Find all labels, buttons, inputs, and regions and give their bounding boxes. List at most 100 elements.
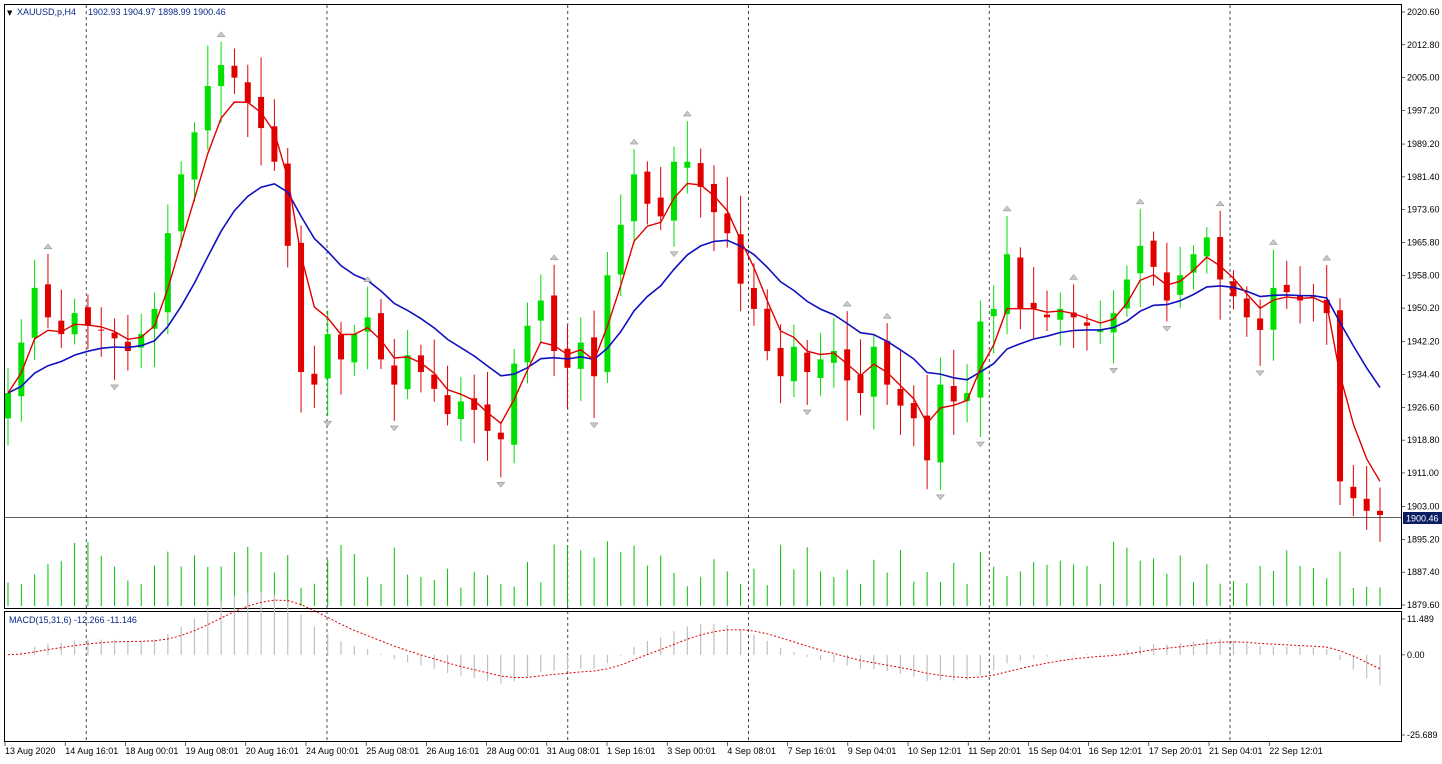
time-tick-label: 18 Aug 00:01: [125, 746, 178, 756]
price-tick-label: 1973.60: [1407, 205, 1440, 215]
chart-canvas[interactable]: 2020.60 2012.80 2005.00 1997.20 1989.20 1981.…: [0, 0, 1442, 764]
bear-candle: [111, 332, 118, 339]
bull-candle: [937, 384, 944, 463]
time-tick-label: 31 Aug 08:01: [547, 746, 600, 756]
price-tick-label: 1981.40: [1407, 172, 1440, 182]
macd-panel[interactable]: [4, 611, 1402, 742]
macd-tick-label: 0.00: [1407, 650, 1425, 660]
bear-candle: [231, 65, 238, 78]
price-tick-label: 1926.60: [1407, 402, 1440, 412]
bear-candle: [737, 234, 744, 284]
time-tick-label: 21 Sep 04:01: [1209, 746, 1263, 756]
time-tick-label: 14 Aug 16:01: [65, 746, 118, 756]
bear-candle: [484, 404, 491, 431]
bull-candle: [5, 393, 11, 419]
price-tick-label: 1903.00: [1407, 502, 1440, 512]
bear-candle: [497, 432, 504, 440]
macd-tick-label: -25.689: [1407, 730, 1438, 740]
bear-candle: [1230, 281, 1237, 297]
price-tick-label: 1950.20: [1407, 303, 1440, 313]
bull-candle: [1177, 275, 1184, 295]
time-tick-label: 17 Sep 20:01: [1149, 746, 1203, 756]
time-tick-label: 26 Aug 16:01: [426, 746, 479, 756]
bear-candle: [750, 287, 757, 309]
time-tick-label: 28 Aug 00:01: [487, 746, 540, 756]
bull-candle: [1004, 254, 1011, 315]
dropdown-arrow-icon[interactable]: ▼: [7, 9, 13, 17]
price-tick-label: 1911.00: [1407, 468, 1439, 478]
time-tick-label: 24 Aug 00:01: [306, 746, 359, 756]
bull-candle: [537, 300, 544, 321]
time-tick-label: 25 Aug 08:01: [366, 746, 419, 756]
bull-candle: [617, 224, 624, 275]
time-tick-label: 10 Sep 12:01: [908, 746, 962, 756]
bull-candle: [164, 233, 171, 313]
ohlc-values: 1902.93 1904.97 1898.99 1900.46: [88, 7, 226, 17]
time-tick-label: 4 Sep 08:01: [727, 746, 776, 756]
bull-candle: [31, 287, 38, 338]
bull-candle: [977, 321, 984, 398]
bull-candle: [178, 174, 185, 232]
bull-candle: [1203, 237, 1210, 257]
bull-candle: [817, 359, 824, 378]
price-tick-label: 1934.40: [1407, 370, 1440, 380]
time-tick-label: 19 Aug 08:01: [186, 746, 239, 756]
bear-candle: [1350, 486, 1357, 499]
bear-candle: [1377, 510, 1383, 515]
price-tick-label: 1997.20: [1407, 105, 1440, 115]
bear-candle: [897, 388, 904, 406]
bear-candle: [950, 386, 957, 402]
bear-candle: [84, 307, 91, 326]
bear-candle: [1017, 257, 1024, 309]
price-panel[interactable]: [4, 4, 1402, 609]
bear-candle: [1257, 318, 1264, 330]
price-tick-label: 1879.60: [1407, 600, 1440, 610]
bear-candle: [657, 197, 664, 217]
time-tick-label: 3 Sep 00:01: [667, 746, 716, 756]
bull-candle: [790, 346, 797, 382]
time-tick-label: 16 Sep 12:01: [1089, 746, 1143, 756]
bull-candle: [524, 325, 531, 363]
bear-candle: [697, 163, 704, 187]
time-axis: 13 Aug 2020 14 Aug 16:01 18 Aug 00:01 19 Au…: [4, 742, 1323, 756]
bull-candle: [604, 275, 611, 373]
bear-candle: [44, 284, 51, 318]
bull-candle: [218, 64, 225, 87]
bear-candle: [98, 329, 105, 331]
bull-candle: [204, 86, 211, 131]
bear-candle: [1163, 272, 1170, 301]
bear-candle: [551, 295, 558, 351]
time-tick-label: 7 Sep 16:01: [788, 746, 837, 756]
symbol-label: XAUUSD,p,H4: [17, 7, 76, 17]
bull-candle: [191, 132, 198, 180]
macd-tick-label: 11.489: [1407, 614, 1434, 624]
bear-candle: [910, 403, 917, 419]
bear-candle: [764, 308, 771, 351]
bear-candle: [124, 341, 131, 351]
bear-candle: [857, 374, 864, 394]
price-tick-label: 2012.80: [1407, 40, 1440, 50]
macd-label: MACD(15,31,6) -12.266 -11.146: [9, 615, 137, 625]
bear-candle: [311, 373, 318, 385]
bear-candle: [884, 340, 891, 385]
price-tick-label: 1895.20: [1407, 534, 1440, 544]
bear-candle: [1043, 314, 1050, 318]
bull-candle: [671, 161, 678, 221]
bear-candle: [1217, 237, 1224, 280]
bear-candle: [338, 334, 345, 360]
price-tick-label: 1887.40: [1407, 567, 1440, 577]
bear-candle: [1243, 298, 1250, 318]
bear-candle: [1030, 302, 1037, 309]
bear-candle: [244, 82, 251, 103]
price-tick-label: 2005.00: [1407, 73, 1440, 83]
time-tick-label: 20 Aug 16:01: [246, 746, 299, 756]
bear-candle: [644, 171, 651, 204]
bear-candle: [1337, 310, 1344, 482]
bull-candle: [990, 308, 997, 317]
price-tick-label: 1989.20: [1407, 139, 1440, 149]
bear-candle: [377, 313, 384, 360]
bear-candle: [1363, 498, 1370, 511]
time-tick-label: 9 Sep 04:01: [848, 746, 897, 756]
time-tick-label: 15 Sep 04:01: [1028, 746, 1082, 756]
price-tick-label: 1942.20: [1407, 337, 1440, 347]
